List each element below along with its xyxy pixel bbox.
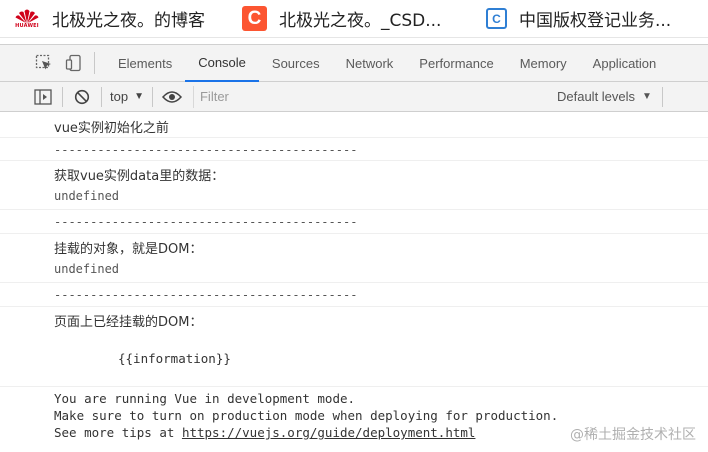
bookmark-blog[interactable]: HUAWEI 北极光之夜。的博客	[0, 0, 242, 38]
eye-icon[interactable]	[161, 86, 183, 108]
toolbar-divider	[62, 86, 63, 107]
console-message: See more tips at https://vuejs.org/guide…	[54, 425, 475, 440]
filter-input[interactable]: Filter	[192, 85, 553, 108]
device-toolbar-icon[interactable]	[62, 51, 86, 75]
tab-application[interactable]: Application	[580, 45, 670, 82]
bookmark-label: 北极光之夜。_CSD...	[279, 11, 442, 31]
toolbar-divider	[94, 52, 95, 74]
console-text: See more tips at	[54, 425, 182, 440]
toolbar-divider	[151, 86, 153, 107]
toolbar-divider	[101, 86, 102, 107]
bookmark-label: 北极光之夜。的博客	[52, 11, 205, 31]
console-message: undefined	[54, 189, 120, 203]
row-divider	[0, 282, 708, 283]
levels-label: Default levels	[556, 89, 636, 104]
tab-console[interactable]: Console	[185, 45, 259, 82]
tab-elements[interactable]: Elements	[105, 45, 185, 82]
bookmark-csdn[interactable]: C 北极光之夜。_CSD...	[242, 0, 486, 38]
tab-performance[interactable]: Performance	[406, 45, 506, 82]
clear-console-icon[interactable]	[71, 86, 93, 108]
console-message: ----------------------------------------…	[54, 215, 358, 229]
row-divider	[0, 137, 708, 138]
toolbar-divider	[661, 86, 663, 107]
devtools-tab-bar: Elements Console Sources Network Perform…	[0, 44, 708, 82]
csdn-icon: C	[242, 6, 267, 31]
context-label: top	[110, 89, 129, 104]
console-message: You are running Vue in development mode.	[54, 391, 356, 406]
tab-memory[interactable]: Memory	[507, 45, 580, 82]
show-sidebar-icon[interactable]	[32, 86, 54, 108]
console-message: vue实例初始化之前	[54, 121, 169, 136]
bookmark-label: 中国版权登记业务...	[519, 11, 672, 31]
console-message: 页面上已经挂载的DOM：	[54, 315, 203, 330]
dropdown-arrow-icon: ▼	[134, 91, 144, 102]
console-message: {{information}}	[118, 351, 231, 366]
console-message: 获取vue实例data里的数据：	[54, 169, 225, 184]
row-divider	[0, 160, 708, 161]
dropdown-arrow-icon: ▼	[642, 91, 652, 102]
bookmarks-bar: HUAWEI 北极光之夜。的博客 C 北极光之夜。_CSD... C 中国版权登…	[0, 0, 708, 38]
tab-sources[interactable]: Sources	[259, 45, 333, 82]
log-levels-dropdown[interactable]: Default levels ▼	[557, 89, 652, 104]
console-message: 挂载的对象，就是DOM：	[54, 242, 203, 257]
console-message: Make sure to turn on production mode whe…	[54, 408, 559, 423]
inspect-element-icon[interactable]	[32, 51, 56, 75]
console-message: ----------------------------------------…	[54, 288, 358, 302]
row-divider	[0, 386, 708, 387]
tab-network[interactable]: Network	[333, 45, 407, 82]
console-output: vue实例初始化之前 -----------------------------…	[0, 113, 708, 452]
row-divider	[0, 306, 708, 307]
deployment-guide-link[interactable]: https://vuejs.org/guide/deployment.html	[182, 425, 476, 440]
console-toolbar: top ▼ Filter Default levels ▼	[0, 82, 708, 112]
bookmark-copyright[interactable]: C 中国版权登记业务...	[486, 0, 671, 38]
row-divider	[0, 233, 708, 234]
console-message: undefined	[54, 262, 120, 276]
watermark: @稀土掘金技术社区	[570, 427, 696, 443]
copyright-office-icon: C	[486, 8, 507, 29]
row-divider	[0, 209, 708, 210]
huawei-logo-icon: HUAWEI	[14, 8, 40, 30]
context-selector[interactable]: top ▼	[110, 89, 144, 104]
console-message: ----------------------------------------…	[54, 143, 358, 157]
